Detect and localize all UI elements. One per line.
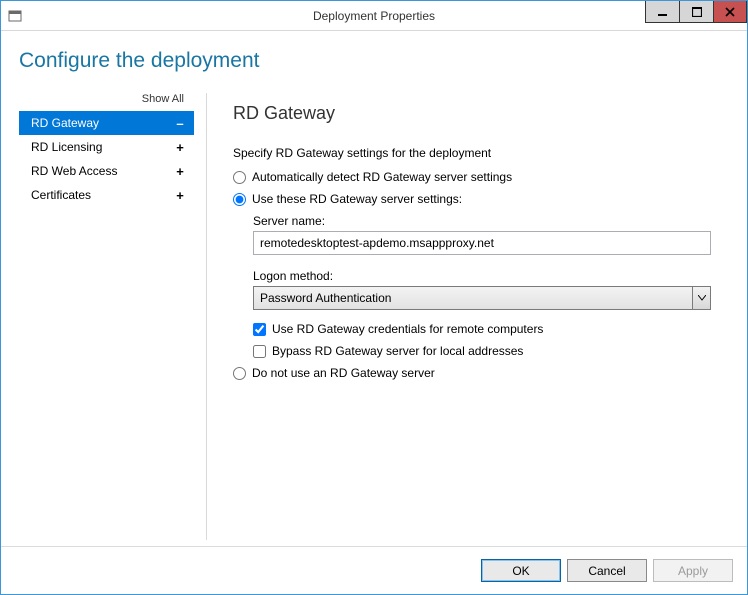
minimize-icon [658, 7, 668, 17]
titlebar: Deployment Properties [1, 1, 747, 31]
maximize-icon [692, 7, 702, 17]
logon-method-label: Logon method: [253, 269, 711, 283]
content: Configure the deployment Show All RD Gat… [1, 31, 747, 546]
logon-method-select[interactable]: Password Authentication [253, 286, 711, 310]
close-button[interactable] [713, 1, 747, 23]
sidebar-item-certificates[interactable]: Certificates + [19, 183, 194, 207]
sidebar-item-rd-web-access[interactable]: RD Web Access + [19, 159, 194, 183]
sidebar: Show All RD Gateway – RD Licensing + RD … [19, 87, 194, 546]
columns: Show All RD Gateway – RD Licensing + RD … [19, 87, 729, 546]
pane-title: RD Gateway [233, 103, 711, 124]
radio-no-gateway-label: Do not use an RD Gateway server [252, 366, 435, 380]
expand-icon: + [174, 188, 186, 203]
footer: OK Cancel Apply [1, 546, 747, 594]
close-icon [725, 7, 735, 17]
radio-no-gateway[interactable]: Do not use an RD Gateway server [233, 366, 711, 380]
chevron-down-icon [692, 287, 710, 309]
check-use-creds[interactable]: Use RD Gateway credentials for remote co… [253, 322, 711, 336]
sidebar-item-label: RD Web Access [31, 164, 117, 178]
radio-use-settings-label: Use these RD Gateway server settings: [252, 192, 462, 206]
server-name-label: Server name: [253, 214, 711, 228]
apply-button[interactable]: Apply [653, 559, 733, 582]
server-name-input[interactable] [253, 231, 711, 255]
logon-method-value: Password Authentication [260, 291, 391, 305]
window-controls [645, 1, 747, 23]
deployment-properties-window: Deployment Properties Configure the depl… [0, 0, 748, 595]
sidebar-item-rd-licensing[interactable]: RD Licensing + [19, 135, 194, 159]
cancel-button[interactable]: Cancel [567, 559, 647, 582]
sidebar-item-label: RD Licensing [31, 140, 102, 154]
radio-auto-detect[interactable]: Automatically detect RD Gateway server s… [233, 170, 711, 184]
sidebar-item-rd-gateway[interactable]: RD Gateway – [19, 111, 194, 135]
sidebar-item-label: RD Gateway [31, 116, 99, 130]
window-title: Deployment Properties [313, 9, 435, 23]
check-use-creds-input[interactable] [253, 323, 266, 336]
radio-use-settings[interactable]: Use these RD Gateway server settings: [233, 192, 711, 206]
check-bypass-label: Bypass RD Gateway server for local addre… [272, 344, 523, 358]
check-bypass[interactable]: Bypass RD Gateway server for local addre… [253, 344, 711, 358]
show-all-link[interactable]: Show All [19, 87, 194, 111]
radio-auto-detect-input[interactable] [233, 171, 246, 184]
collapse-icon: – [174, 116, 186, 131]
use-settings-group: Server name: Logon method: Password Auth… [233, 214, 711, 358]
main-pane: RD Gateway Specify RD Gateway settings f… [207, 87, 729, 546]
check-use-creds-label: Use RD Gateway credentials for remote co… [272, 322, 543, 336]
expand-icon: + [174, 140, 186, 155]
check-bypass-input[interactable] [253, 345, 266, 358]
radio-no-gateway-input[interactable] [233, 367, 246, 380]
minimize-button[interactable] [645, 1, 679, 23]
expand-icon: + [174, 164, 186, 179]
page-title: Configure the deployment [19, 49, 729, 73]
radio-use-settings-input[interactable] [233, 193, 246, 206]
pane-description: Specify RD Gateway settings for the depl… [233, 146, 711, 160]
ok-button[interactable]: OK [481, 559, 561, 582]
maximize-button[interactable] [679, 1, 713, 23]
radio-auto-detect-label: Automatically detect RD Gateway server s… [252, 170, 512, 184]
sidebar-item-label: Certificates [31, 188, 91, 202]
window-icon [7, 8, 23, 24]
